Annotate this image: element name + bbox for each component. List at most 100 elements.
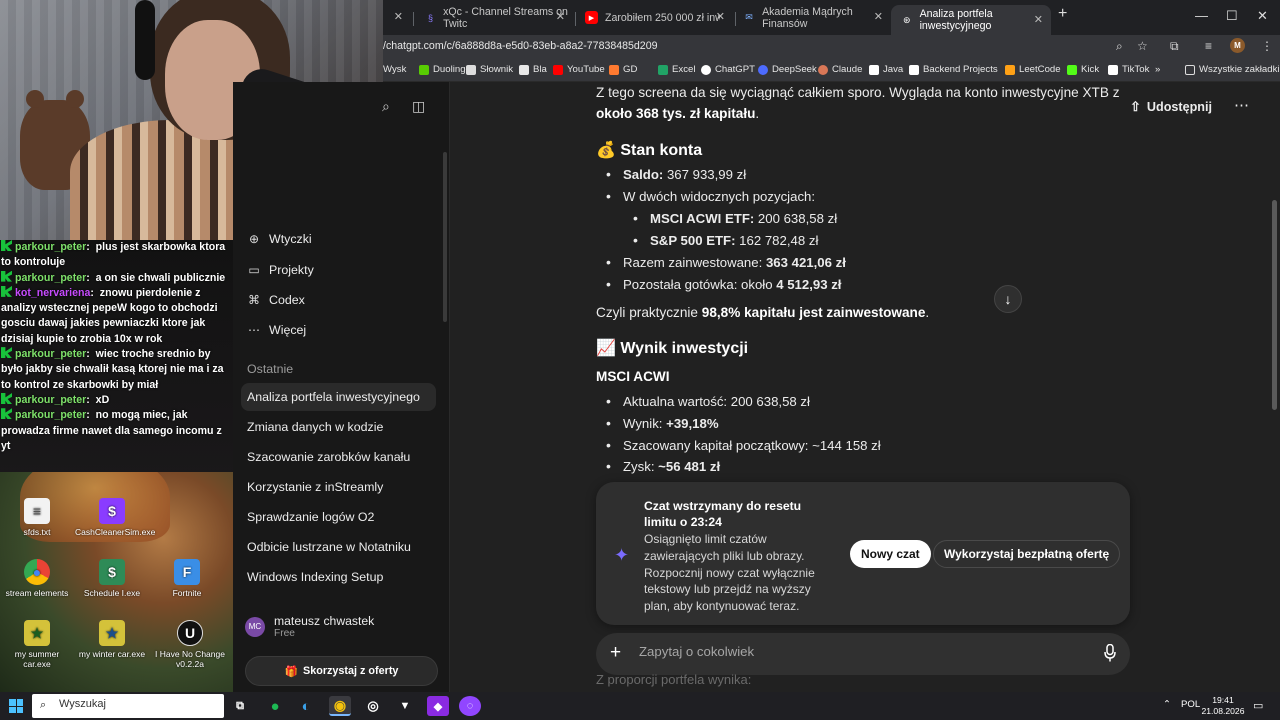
limit-title: Czat wstrzymany do resetu limitu o 23:24 xyxy=(644,499,802,529)
fox-app-icon[interactable]: ▼ xyxy=(394,696,416,716)
desktop-icon-winter-car[interactable]: ★ my winter car.exe xyxy=(75,620,149,659)
free-offer-button[interactable]: Wykorzystaj bezpłatną ofertę xyxy=(933,540,1121,568)
tab-partial[interactable]: ✕ xyxy=(383,6,405,29)
sidebar-toggle-icon[interactable]: ◫ xyxy=(412,98,425,115)
bookmark-item[interactable]: Wysk xyxy=(383,64,406,75)
avatar-initials: MC xyxy=(248,622,262,631)
kick-badge-icon xyxy=(1,392,12,404)
desktop-icon-label: Fortnite xyxy=(172,588,202,598)
sidebar-item-codex[interactable]: ⌘ Codex xyxy=(247,293,305,307)
faded-text: Z proporcji portfela wynika: xyxy=(596,672,752,687)
taskbar-search-input[interactable] xyxy=(59,698,209,710)
list-item: S&P 500 ETF: 162 782,48 zł xyxy=(633,232,818,248)
purple-app-icon[interactable]: ◆ xyxy=(427,696,449,716)
chat-message: kot_nervariena: znowu pierdolenie z anal… xyxy=(1,285,218,345)
sidebar-item-plugins[interactable]: ⊕ Wtyczki xyxy=(247,232,312,246)
all-bookmarks[interactable]: Wszystkie zakładki xyxy=(1185,64,1280,75)
browser-tab-bar: ✕ § xQc - Channel Streams on Twitc ✕ ▶ Z… xyxy=(383,0,1280,35)
clock[interactable]: 19:41 21.08.2026 xyxy=(1200,695,1246,717)
desktop-icon-sfds[interactable]: ≡ sfds.txt xyxy=(0,498,74,537)
close-icon[interactable]: ✕ xyxy=(874,10,883,23)
prompt-input[interactable] xyxy=(639,644,1059,659)
close-icon[interactable]: ✕ xyxy=(716,10,725,23)
desktop-icon-schedule[interactable]: $ Schedule I.exe xyxy=(75,559,149,598)
bookmark-item[interactable]: Claude xyxy=(818,64,862,75)
bookmark-item[interactable]: Kick xyxy=(1067,64,1099,75)
recent-chat-item[interactable]: Odbicie lustrzane w Notatniku xyxy=(247,540,411,554)
chrome-icon[interactable]: ◉ xyxy=(329,696,351,716)
edge-icon[interactable]: ◐ xyxy=(295,696,317,716)
close-icon[interactable]: ✕ xyxy=(394,10,403,23)
bookmark-item[interactable]: GD xyxy=(609,64,637,75)
media-icon[interactable]: ≡ xyxy=(1205,39,1212,53)
chat-username: parkour_peter xyxy=(15,348,87,361)
star-icon[interactable]: ☆ xyxy=(1137,39,1148,53)
scroll-down-button[interactable]: ↓ xyxy=(994,285,1022,313)
recent-chat-item[interactable]: Zmiana danych w kodzie xyxy=(247,420,383,434)
sidebar-scrollbar[interactable] xyxy=(443,152,447,322)
bookmark-item[interactable]: LeetCode xyxy=(1005,64,1061,75)
recent-chat-item[interactable]: Sprawdzanie logów O2 xyxy=(247,510,374,524)
desktop-icon-cashcleaner[interactable]: $ CashCleanerSim.exe xyxy=(75,498,155,537)
profile-avatar[interactable]: M xyxy=(1230,38,1245,53)
desktop-icon-fortnite[interactable]: F Fortnite xyxy=(150,559,224,598)
address-bar: /chatgpt.com/c/6a888d8a-e5d0-83eb-a8a2-7… xyxy=(383,35,1280,60)
schedule-icon: $ xyxy=(99,559,125,585)
bookmark-item[interactable]: Bla xyxy=(519,64,547,75)
bookmark-item[interactable]: Słownik xyxy=(466,64,513,75)
msci-result-label: Wynik: xyxy=(623,416,667,431)
new-tab-button[interactable]: + xyxy=(1058,5,1067,23)
recent-chat-item[interactable]: Szacowanie zarobków kanału xyxy=(247,450,410,464)
bookmark-item[interactable]: Backend Projects xyxy=(909,64,998,75)
plus-icon[interactable]: + xyxy=(610,642,621,664)
obs-icon[interactable]: ◎ xyxy=(362,696,384,716)
twitch-app-icon[interactable]: ◌ xyxy=(459,696,481,716)
sidebar-item-projects[interactable]: ▭ Projekty xyxy=(247,263,313,277)
bookmark-item[interactable]: ChatGPT xyxy=(701,64,755,75)
desktop-icon-stream-elements[interactable]: ● stream elements xyxy=(0,559,74,598)
recent-chat-item[interactable]: Windows Indexing Setup xyxy=(247,570,383,584)
upgrade-button[interactable]: 🎁 Skorzystaj z oferty xyxy=(245,656,438,686)
tab-youtube-video[interactable]: ▶ Zarobiłem 250 000 zł inwestując ✕ xyxy=(575,6,733,29)
share-button[interactable]: ⇧ Udostępnij xyxy=(1130,99,1212,115)
bookmarks-overflow-icon[interactable]: » xyxy=(1155,64,1160,75)
desktop-icon-unreal[interactable]: U I Have No Change v0.2.2a xyxy=(150,620,230,669)
desktop-icon-summer-car[interactable]: ★ my summer car.exe xyxy=(0,620,74,669)
taskbar-search[interactable]: ⌕ xyxy=(32,694,224,718)
spotify-icon[interactable]: ● xyxy=(264,696,286,716)
language-indicator[interactable]: POL xyxy=(1181,699,1200,710)
tray-chevron-icon[interactable]: ⌃ xyxy=(1163,699,1171,710)
bookmark-item[interactable]: TikTok xyxy=(1108,64,1149,75)
close-icon[interactable]: ✕ xyxy=(1034,13,1043,26)
recent-chat-item[interactable]: Korzystanie z inStreamly xyxy=(247,480,383,494)
chat-scrollbar[interactable] xyxy=(1272,200,1277,410)
tab-akademia[interactable]: ✉ Akademia Mądrych Finansów ✕ xyxy=(733,6,891,30)
summary-pre: Czyli praktycznie xyxy=(596,305,702,320)
search-icon: ⌕ xyxy=(40,699,47,711)
close-icon[interactable]: ✕ xyxy=(556,10,565,23)
recent-chat-item-active[interactable]: Analiza portfela inwestycyjnego xyxy=(241,383,436,411)
bookmark-item[interactable]: Duolingo xyxy=(419,64,471,75)
minimize-button[interactable]: — xyxy=(1195,8,1208,23)
sidebar-item-more[interactable]: ⋯ Więcej xyxy=(247,323,306,337)
bookmark-item[interactable]: DeepSeek xyxy=(758,64,817,75)
bookmark-item[interactable]: Java xyxy=(869,64,903,75)
more-options-icon[interactable]: ⋯ xyxy=(1234,96,1250,114)
search-icon[interactable]: ⌕ xyxy=(382,98,390,115)
close-window-button[interactable]: ✕ xyxy=(1257,8,1268,24)
windows-start-icon[interactable] xyxy=(9,699,23,713)
tab-chatgpt-active[interactable]: ⊛ Analiza portfela inwestycyjnego ✕ xyxy=(891,5,1051,35)
microphone-icon[interactable] xyxy=(1104,644,1116,662)
bookmark-item[interactable]: Excel xyxy=(658,64,695,75)
extensions-icon[interactable]: ⧉ xyxy=(1170,39,1179,54)
maximize-button[interactable]: ☐ xyxy=(1226,8,1238,24)
new-chat-button[interactable]: Nowy czat xyxy=(850,540,931,568)
url-field[interactable]: /chatgpt.com/c/6a888d8a-e5d0-83eb-a8a2-7… xyxy=(383,40,657,52)
tab-twitch-tracker[interactable]: § xQc - Channel Streams on Twitc ✕ xyxy=(415,6,573,30)
menu-icon[interactable]: ⋮ xyxy=(1261,39,1273,53)
notification-icon[interactable]: ▭ xyxy=(1253,699,1263,712)
user-account[interactable]: MC mateusz chwastek Free xyxy=(245,614,374,639)
bookmark-item[interactable]: YouTube xyxy=(553,64,605,75)
zoom-icon[interactable]: ⌕ xyxy=(1116,39,1123,54)
task-view-icon[interactable]: ⧉ xyxy=(229,696,251,716)
